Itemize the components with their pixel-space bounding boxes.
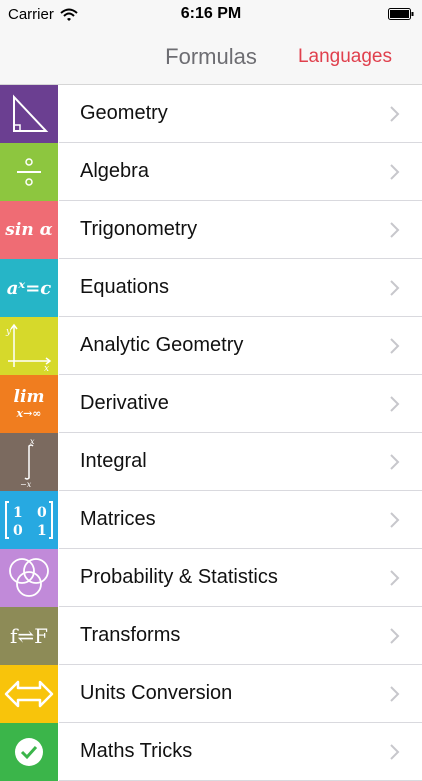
- chevron-right-icon: [390, 512, 400, 528]
- list-item-label: Geometry: [80, 102, 168, 124]
- chevron-right-icon: [390, 396, 400, 412]
- list-item-label: Probability & Statistics: [80, 566, 278, 588]
- list-item-algebra[interactable]: Algebra: [0, 143, 422, 201]
- list-item-matrices[interactable]: 1 0 0 1 Matrices: [0, 491, 422, 549]
- division-icon: [0, 143, 58, 201]
- list-item-label: Algebra: [80, 160, 149, 182]
- list-item-probability-statistics[interactable]: Probability & Statistics: [0, 549, 422, 607]
- chevron-right-icon: [390, 628, 400, 644]
- svg-text:y: y: [5, 327, 12, 337]
- list-item-integral[interactable]: x −x Integral: [0, 433, 422, 491]
- svg-text:−x: −x: [20, 480, 32, 488]
- limit-icon-text: lim: [13, 387, 45, 407]
- battery-icon: [388, 8, 414, 20]
- svg-text:0: 0: [37, 505, 47, 521]
- list-item-analytic-geometry[interactable]: y x Analytic Geometry: [0, 317, 422, 375]
- list-item-units-conversion[interactable]: Units Conversion: [0, 665, 422, 723]
- status-bar: Carrier 6:16 PM: [0, 0, 422, 28]
- chevron-right-icon: [390, 164, 400, 180]
- equation-icon-text: aˣ=c: [6, 277, 52, 299]
- transform-icon-text: f⇌F: [9, 624, 49, 648]
- limit-icon: lim x→∞: [0, 375, 58, 433]
- chevron-right-icon: [390, 280, 400, 296]
- list-item-label: Trigonometry: [80, 218, 198, 240]
- list-item-maths-tricks[interactable]: Maths Tricks: [0, 723, 422, 781]
- list-item-label: Maths Tricks: [80, 740, 193, 762]
- list-item-label: Derivative: [80, 392, 169, 414]
- svg-text:1: 1: [13, 505, 23, 521]
- list-item-label: Equations: [80, 276, 169, 298]
- limit-icon-subtext: x→∞: [16, 407, 42, 420]
- double-arrow-icon: [0, 665, 58, 723]
- list-item-label: Units Conversion: [80, 682, 233, 704]
- list-item-transforms[interactable]: f⇌F Transforms: [0, 607, 422, 665]
- formula-category-list: Geometry Algebra sin α Trigonometry aˣ=c…: [0, 85, 422, 781]
- list-item-label: Transforms: [80, 624, 181, 646]
- status-time: 6:16 PM: [180, 5, 242, 22]
- matrix-icon: 1 0 0 1: [0, 491, 58, 549]
- svg-text:0: 0: [13, 523, 23, 539]
- integral-icon: x −x: [0, 433, 58, 491]
- svg-text:1: 1: [37, 523, 47, 539]
- chevron-right-icon: [390, 454, 400, 470]
- list-item-label: Integral: [80, 450, 147, 472]
- chevron-right-icon: [390, 744, 400, 760]
- list-item-label: Matrices: [80, 508, 156, 530]
- list-item-label: Analytic Geometry: [80, 334, 244, 356]
- languages-button[interactable]: Languages: [298, 46, 392, 68]
- chevron-right-icon: [390, 222, 400, 238]
- chevron-right-icon: [390, 338, 400, 354]
- sine-icon-text: sin α: [5, 220, 53, 240]
- svg-text:x: x: [30, 437, 35, 446]
- exponent-equation-icon: aˣ=c: [0, 259, 58, 317]
- triangle-icon: [0, 85, 58, 143]
- list-item-trigonometry[interactable]: sin α Trigonometry: [0, 201, 422, 259]
- navigation-bar: Formulas Languages: [0, 28, 422, 85]
- list-item-geometry[interactable]: Geometry: [0, 85, 422, 143]
- chevron-right-icon: [390, 686, 400, 702]
- venn-diagram-icon: [0, 549, 58, 607]
- chevron-right-icon: [390, 570, 400, 586]
- sine-icon: sin α: [0, 201, 58, 259]
- list-item-equations[interactable]: aˣ=c Equations: [0, 259, 422, 317]
- checkmark-icon: [0, 723, 58, 781]
- page-title: Formulas: [165, 44, 257, 69]
- axes-icon: y x: [0, 317, 58, 375]
- svg-text:x: x: [44, 364, 49, 371]
- list-item-derivative[interactable]: lim x→∞ Derivative: [0, 375, 422, 433]
- chevron-right-icon: [390, 106, 400, 122]
- transform-icon: f⇌F: [0, 607, 58, 665]
